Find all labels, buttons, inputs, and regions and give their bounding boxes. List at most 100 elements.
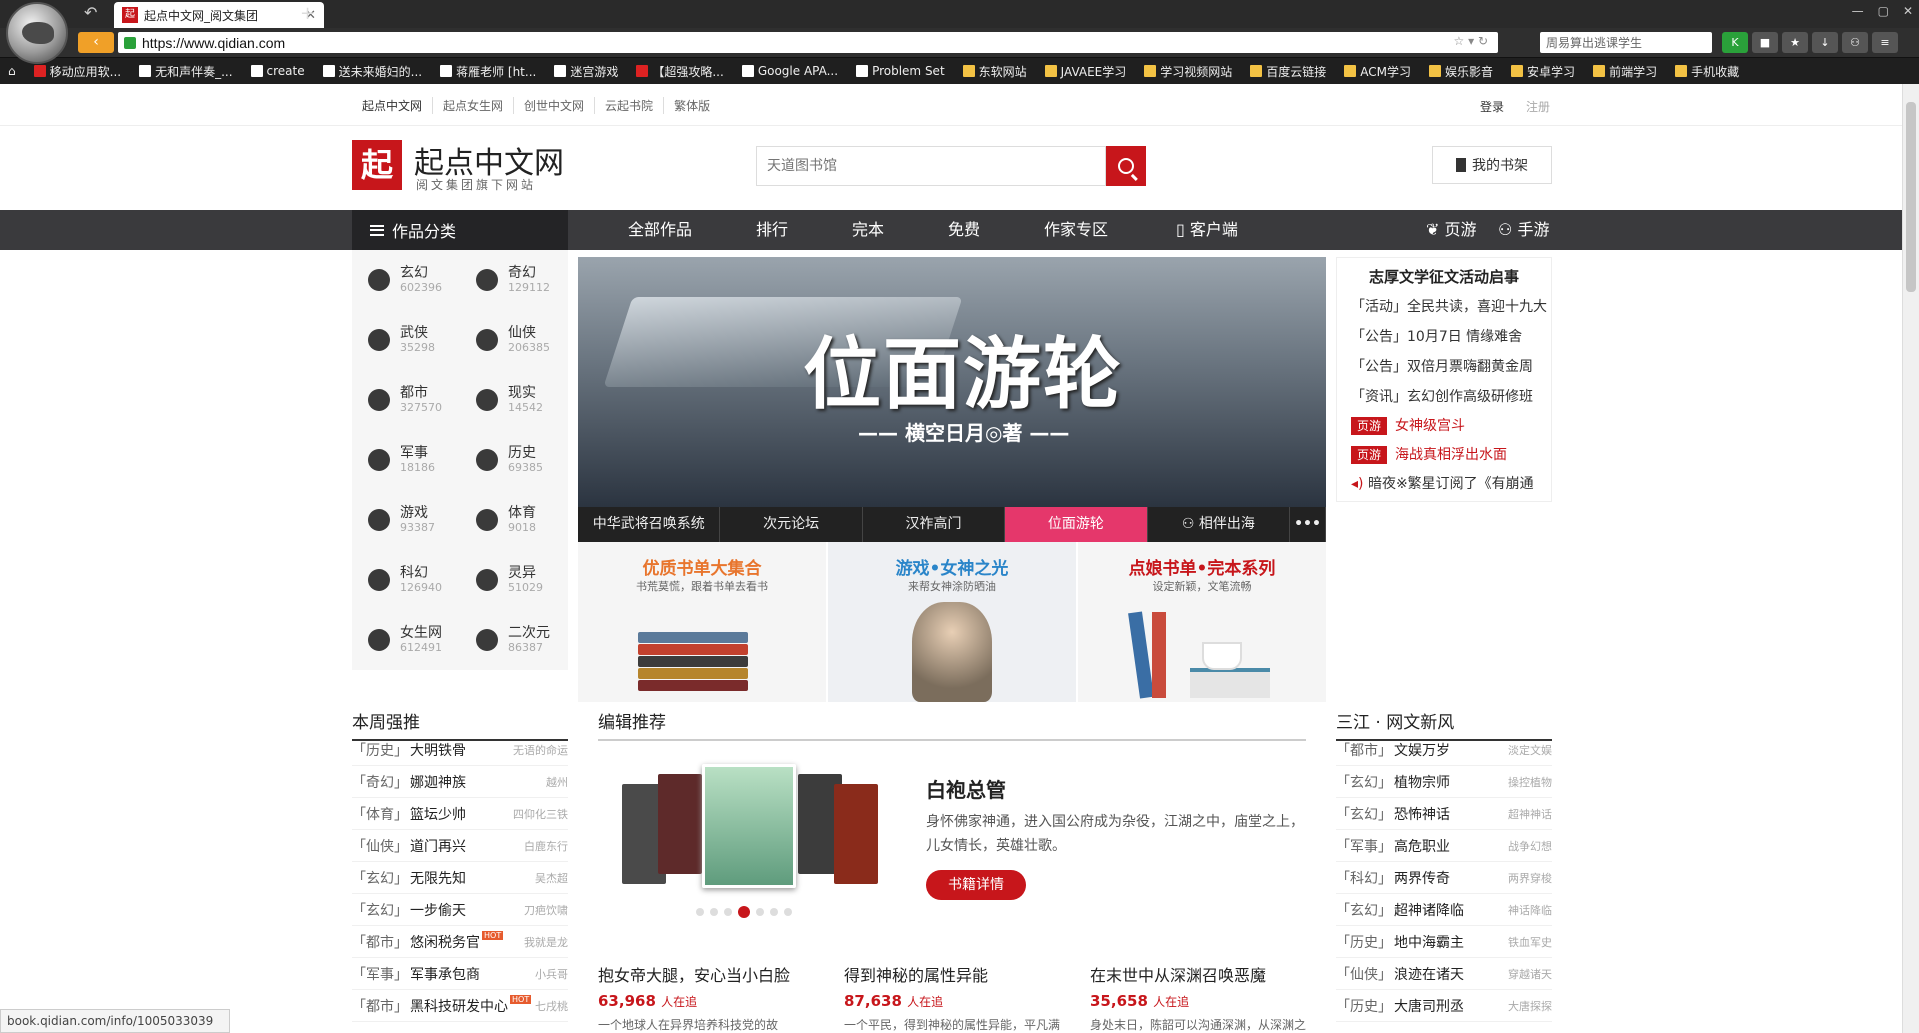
category-kehuan[interactable]: 科幻 126940	[352, 550, 460, 610]
bookshelf-button[interactable]: 我的书架	[1432, 146, 1552, 184]
book-cover[interactable]	[658, 774, 702, 874]
rank-book-name[interactable]: 文娱万岁	[1394, 740, 1450, 760]
rank-row[interactable]: 「都市」 黑科技研发中心 HOT 七戌桃	[352, 990, 568, 1022]
rank-row[interactable]: 「玄幻」 超神诸降临 神话降临	[1336, 894, 1552, 926]
bookmark-item[interactable]: create	[250, 64, 305, 78]
rank-author[interactable]: 超神神话	[1508, 806, 1552, 822]
rank-author[interactable]: 越州	[546, 774, 568, 790]
bookmark-folder[interactable]: 娱乐影音	[1429, 63, 1493, 80]
rank-book-name[interactable]: 植物宗师	[1394, 772, 1450, 792]
bookmark-item[interactable]: 蒋雁老师 [ht...	[440, 63, 536, 80]
carousel-dot[interactable]	[756, 908, 764, 916]
book-carousel[interactable]	[620, 764, 880, 914]
nav-free[interactable]: 免费	[948, 210, 980, 250]
category-wuxia[interactable]: 武侠 35298	[352, 310, 460, 370]
category-erciyuan[interactable]: 二次元 86387	[460, 610, 568, 670]
carousel-dot[interactable]	[710, 908, 718, 916]
carousel-dot[interactable]	[784, 908, 792, 916]
category-lishi[interactable]: 历史 69385	[460, 430, 568, 490]
rank-author[interactable]: 七戌桃	[535, 998, 568, 1014]
game-news-item[interactable]: 页游 海战真相浮出水面	[1351, 444, 1547, 464]
register-link[interactable]: 注册	[1526, 98, 1550, 115]
bookmark-folder[interactable]: JAVAEE学习	[1044, 63, 1126, 80]
banner-tab-active[interactable]: 位面游轮	[1005, 507, 1148, 542]
category-qihuan[interactable]: 奇幻 129112	[460, 250, 568, 310]
browser-search-field[interactable]: 周易算出逃课学生	[1540, 32, 1712, 53]
nav-rankings[interactable]: 排行	[756, 210, 788, 250]
news-item[interactable]: 「公告」10月7日 情缘难舍	[1351, 326, 1547, 346]
browser-tab[interactable]: 起 起点中文网_阅文集团 ✕	[114, 2, 324, 28]
hero-banner[interactable]: 位面游轮 —— 横空日月◎著 ——	[578, 257, 1326, 507]
rank-book-name[interactable]: 恐怖神话	[1394, 804, 1450, 824]
category-lingyi[interactable]: 灵异 51029	[460, 550, 568, 610]
bookmark-item[interactable]: 送未来婚妇的...	[322, 63, 422, 80]
rank-row[interactable]: 「科幻」 两界传奇 两界穿梭	[1336, 862, 1552, 894]
reload-icon[interactable]: ☆ ▾ ↻	[1454, 34, 1488, 48]
rank-author[interactable]: 淡定文娱	[1508, 742, 1552, 758]
extension-k-icon[interactable]: K	[1722, 32, 1748, 53]
carousel-dot[interactable]	[696, 908, 704, 916]
home-icon[interactable]: ⌂	[8, 64, 16, 78]
game-icon[interactable]: ⚇	[1842, 32, 1868, 53]
banner-tab[interactable]: 中华武将召唤系统	[578, 507, 721, 542]
url-field[interactable]: https://www.qidian.com ☆ ▾ ↻	[118, 32, 1498, 53]
feature-book[interactable]: 在末世中从深渊召唤恶魔 35,658 人在追 身处末日，陈韶可以沟通深渊，从深渊…	[1090, 962, 1310, 1033]
bookmark-item[interactable]: Problem Set	[856, 64, 945, 78]
subscription-notice[interactable]: ◂) 暗夜※繁星订阅了《有崩通	[1351, 473, 1547, 493]
rank-book-name[interactable]: 超神诸降临	[1394, 900, 1464, 920]
rank-author[interactable]: 操控植物	[1508, 774, 1552, 790]
rank-author[interactable]: 铁血军史	[1508, 934, 1552, 950]
carousel-dot[interactable]	[724, 908, 732, 916]
rank-row[interactable]: 「玄幻」 一步偷天 刀疤饮啸	[352, 894, 568, 926]
feature-book[interactable]: 得到神秘的属性异能 87,638 人在追 一个平民，得到神秘的属性异能，平凡满	[844, 962, 1064, 1033]
more-icon[interactable]: •••	[1290, 507, 1327, 542]
rank-row[interactable]: 「仙侠」 道门再兴 白鹿东行	[352, 830, 568, 862]
topnav-traditional[interactable]: 繁体版	[664, 97, 720, 114]
rank-row[interactable]: 「都市」 文娱万岁 淡定文娱	[1336, 734, 1552, 766]
site-search-button[interactable]	[1106, 146, 1146, 186]
page-scrollbar[interactable]	[1902, 84, 1919, 1033]
rank-row[interactable]: 「都市」 悠闲税务官 HOT 我就是龙	[352, 926, 568, 958]
banner-tab[interactable]: 汉祚高门	[863, 507, 1006, 542]
rank-row[interactable]: 「历史」 地中海霸主 铁血军史	[1336, 926, 1552, 958]
topnav-female[interactable]: 起点女生网	[433, 96, 515, 114]
book-cover[interactable]	[834, 784, 878, 884]
rank-author[interactable]: 我就是龙	[524, 934, 568, 950]
rank-author[interactable]: 小兵哥	[535, 966, 568, 982]
rank-book-name[interactable]: 悠闲税务官	[410, 932, 480, 952]
rank-book-name[interactable]: 大明铁骨	[410, 740, 466, 760]
category-menu-button[interactable]: 作品分类	[352, 210, 568, 250]
nav-writer-zone[interactable]: 作家专区	[1044, 210, 1108, 250]
category-xianxia[interactable]: 仙侠 206385	[460, 310, 568, 370]
qidian-logo-icon[interactable]: 起	[352, 140, 402, 190]
nav-finished[interactable]: 完本	[852, 210, 884, 250]
news-item[interactable]: 「公告」双倍月票嗨翻黄金周	[1351, 356, 1547, 376]
bookmark-folder[interactable]: 东软网站	[962, 63, 1027, 80]
bookmark-item[interactable]: Google APA...	[741, 64, 838, 78]
category-dushi[interactable]: 都市 327570	[352, 370, 460, 430]
bookmark-item[interactable]: 【超强攻略...	[636, 63, 724, 80]
rank-book-name[interactable]: 浪迹在诸天	[1394, 964, 1464, 984]
close-window-icon[interactable]: ✕	[1903, 4, 1913, 18]
banner-tab[interactable]: 次元论坛	[720, 507, 863, 542]
bookmark-folder[interactable]: 百度云链接	[1250, 63, 1326, 80]
bookmark-item[interactable]: 无和声伴奏_...	[139, 63, 233, 80]
rank-author[interactable]: 大唐探探	[1508, 998, 1552, 1014]
site-search-input[interactable]	[756, 146, 1106, 186]
game-news-item[interactable]: 页游 女神级宫斗	[1351, 415, 1547, 435]
nav-web-games[interactable]: ❦ 页游	[1426, 210, 1477, 250]
rank-author[interactable]: 两界穿梭	[1508, 870, 1552, 886]
rank-row[interactable]: 「体育」 篮坛少帅 四仰化三铁	[352, 798, 568, 830]
rank-row[interactable]: 「奇幻」 娜迦神族 越州	[352, 766, 568, 798]
rank-author[interactable]: 穿越诸天	[1508, 966, 1552, 982]
rank-book-name[interactable]: 娜迦神族	[410, 772, 466, 792]
rank-author[interactable]: 无语的命运	[513, 742, 568, 758]
nav-client[interactable]: ▯ 客户端	[1176, 210, 1238, 250]
rank-book-name[interactable]: 无限先知	[410, 868, 466, 888]
topnav-qidian[interactable]: 起点中文网	[352, 96, 434, 114]
back-arrow-icon[interactable]: ↶	[84, 3, 97, 22]
maximize-icon[interactable]: ▢	[1878, 4, 1889, 18]
book-cover-active[interactable]	[702, 764, 796, 888]
bookmark-item[interactable]: 移动应用软...	[33, 63, 121, 80]
rank-author[interactable]: 刀疤饮啸	[524, 902, 568, 918]
